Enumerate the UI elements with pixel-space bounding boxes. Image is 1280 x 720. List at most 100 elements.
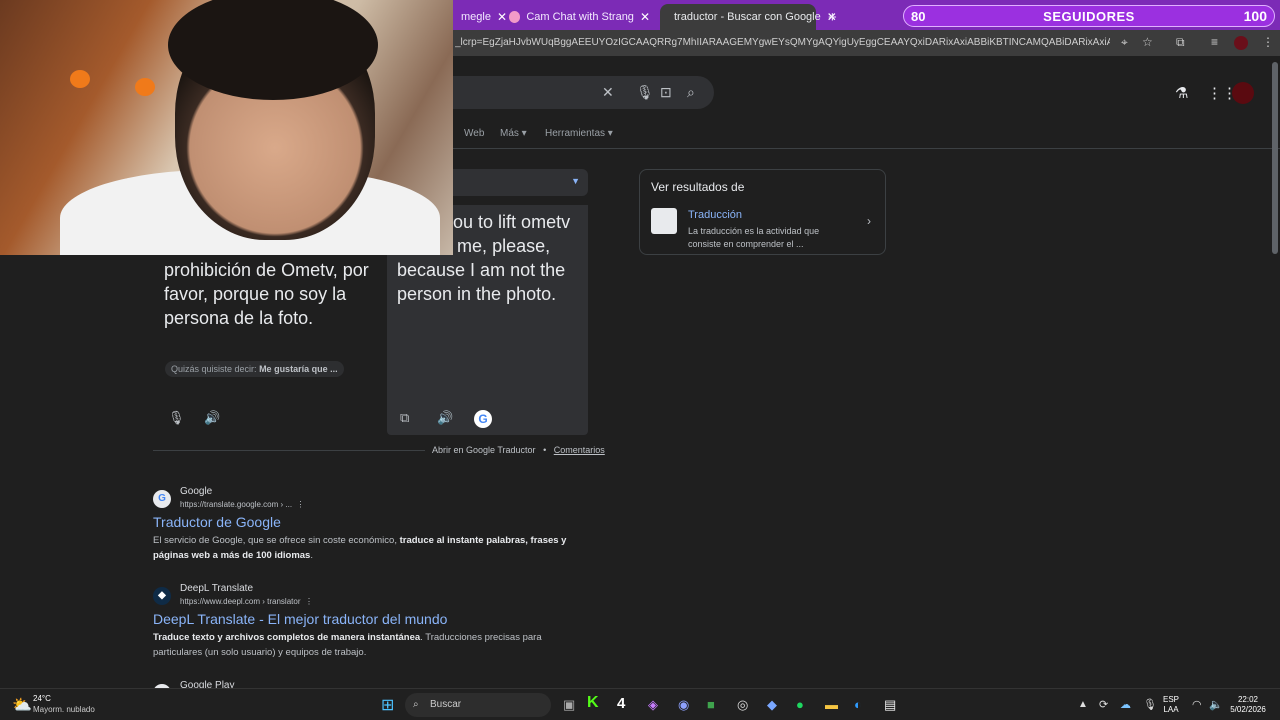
chevron-down-icon: ▼ [571, 176, 580, 186]
account-avatar[interactable] [1232, 82, 1254, 104]
url-text: _lcrp=EgZjaHJvbWUqBggAEEUYOzIGCAAQRRg7Mh… [455, 37, 1110, 48]
clear-icon[interactable]: ✕ [602, 84, 614, 101]
followers-goal: 100 [1243, 8, 1267, 24]
microphone-icon[interactable]: 🎙 [636, 84, 654, 101]
card-title-link[interactable]: Traducción [688, 209, 742, 221]
google-icon: G [153, 490, 171, 508]
location-icon[interactable]: ⌖ [1121, 35, 1128, 50]
tab-label: megle [461, 11, 491, 23]
suggest-prefix: Quizás quisiste decir: [171, 364, 257, 374]
result-site: Google [180, 486, 213, 497]
google-icon[interactable]: G [474, 410, 492, 428]
speaker-icon[interactable]: 🔊 [204, 410, 220, 426]
copy-icon[interactable]: ⧉ [400, 410, 409, 426]
tab-more-label: Más [500, 128, 519, 139]
close-icon[interactable]: ✕ [640, 10, 650, 24]
clock[interactable]: 22:02 5/02/2026 [1226, 695, 1270, 715]
pumpkin-decoration [70, 70, 90, 88]
discord-icon[interactable]: ◉ [678, 697, 689, 713]
wifi-icon[interactable]: ◠ [1192, 698, 1202, 711]
edge-icon[interactable]: ◐ [854, 697, 862, 712]
search-icon[interactable]: ⌕ [687, 84, 695, 101]
weather-icon[interactable]: ⛅ [12, 695, 32, 715]
taskbar-search[interactable]: ⌕ Buscar [405, 693, 551, 717]
media-icon[interactable]: ≡ [1211, 35, 1218, 49]
result-url[interactable]: https://www.deepl.com › translator ⋮ [180, 597, 313, 606]
volume-icon[interactable]: 🔈 [1209, 698, 1223, 711]
lang-layout: LAA [1163, 705, 1179, 714]
chrome-icon[interactable]: ◎ [737, 697, 748, 713]
feedback-link[interactable]: Comentarios [554, 445, 605, 455]
microphone-icon[interactable]: 🎙 [168, 410, 185, 426]
source-text[interactable]: prohibición de Ometv, por favor, porque … [164, 258, 384, 330]
labs-icon[interactable]: ⚗ [1175, 84, 1188, 102]
tab-tools[interactable]: Herramientas ▾ [545, 128, 613, 139]
target-language-select[interactable]: ▼ [453, 169, 588, 196]
microphone-icon[interactable]: 🎙 [1143, 698, 1157, 711]
translate-footer: Abrir en Google Traductor • Comentarios [432, 445, 605, 455]
date: 5/02/2026 [1230, 705, 1266, 714]
open-in-translate-link[interactable]: Abrir en Google Traductor [432, 445, 536, 455]
suggest-value: Me gustaría que ... [259, 364, 338, 374]
webcam-overlay [0, 0, 453, 255]
result-site: DeepL Translate [180, 583, 254, 594]
taskbar-search-label: Buscar [430, 699, 462, 710]
star-icon[interactable]: ☆ [1142, 35, 1153, 49]
followers-label: SEGUIDORES [1043, 8, 1135, 24]
copilot-icon[interactable]: ◈ [648, 697, 658, 713]
tab-label: Cam Chat with Strangers on Or [526, 11, 634, 23]
obs-icon[interactable]: ◆ [767, 697, 777, 713]
result-title-link[interactable]: Traductor de Google [153, 514, 281, 530]
new-tab-button[interactable]: + [820, 4, 840, 30]
weather-desc[interactable]: Mayorm. nublado [33, 705, 95, 714]
task-view-icon[interactable]: ▣ [563, 697, 575, 713]
chevron-right-icon[interactable]: › [867, 214, 871, 228]
divider [153, 450, 425, 451]
tab-web[interactable]: Web [464, 128, 484, 139]
snippet-end: . [310, 550, 313, 561]
result-url-text: https://translate.google.com › ... [180, 500, 293, 509]
tab-cam-chat[interactable]: Cam Chat with Strangers on Or ✕ [501, 4, 658, 30]
card-heading: Ver resultados de [651, 180, 745, 194]
tab-tools-label: Herramientas [545, 128, 606, 139]
snippet-text: El servicio de Google, que se ofrece sin… [153, 535, 397, 546]
followers-goal-bar: 80 SEGUIDORES 100 [903, 5, 1275, 27]
tab-omegle[interactable]: megle ✕ [453, 4, 507, 30]
pumpkin-decoration [135, 78, 155, 96]
tab-label: traductor - Buscar con Google [674, 11, 821, 23]
see-results-card: Ver resultados de Traducción La traducci… [639, 169, 886, 255]
language-indicator[interactable]: ESP LAA [1163, 695, 1179, 715]
onedrive-icon[interactable]: ☁ [1120, 698, 1131, 711]
lang-code: ESP [1163, 695, 1180, 704]
result-thumbnail [651, 208, 677, 234]
speaker-icon[interactable]: 🔊 [437, 410, 453, 426]
spotify-icon[interactable]: ● [796, 697, 804, 712]
separator-dot: • [538, 445, 552, 455]
divider [453, 148, 1280, 149]
app-4-icon[interactable]: 4 [617, 695, 625, 712]
tab-traductor[interactable]: traductor - Buscar con Google ✕ [660, 4, 837, 30]
deepl-icon: ◆ [153, 587, 171, 605]
sync-icon[interactable]: ⟳ [1099, 698, 1108, 711]
windows-taskbar: ⛅ 24°C Mayorm. nublado ⊞ ⌕ Buscar ▣ K 4 … [0, 688, 1280, 720]
tab-more[interactable]: Más ▾ [500, 128, 527, 139]
time: 22:02 [1237, 695, 1259, 704]
weather-temp[interactable]: 24°C [33, 694, 51, 703]
minecraft-icon[interactable]: ■ [707, 697, 715, 712]
did-you-mean-chip[interactable]: Quizás quisiste decir: Me gustaría que .… [165, 361, 344, 377]
extensions-icon[interactable]: ⧉ [1176, 35, 1185, 50]
result-url[interactable]: https://translate.google.com › ... ⋮ [180, 500, 305, 509]
search-input[interactable]: ✕ 🎙 ⊡ ⌕ [453, 76, 714, 109]
chevron-up-icon[interactable]: ▲ [1078, 699, 1088, 710]
profile-avatar-icon[interactable] [1234, 36, 1248, 50]
result-snippet: Traduce texto y archivos completos de ma… [153, 630, 593, 660]
result-url-text: https://www.deepl.com › translator [180, 597, 301, 606]
result-title-link[interactable]: DeepL Translate - El mejor traductor del… [153, 611, 447, 627]
menu-icon[interactable]: ⋮ [1262, 35, 1274, 49]
scrollbar[interactable] [1272, 62, 1278, 254]
lens-icon[interactable]: ⊡ [660, 84, 672, 101]
folder-icon[interactable]: ▬ [825, 697, 838, 712]
windows-start-icon[interactable]: ⊞ [381, 695, 394, 715]
store-icon[interactable]: ▤ [884, 697, 896, 713]
kick-icon[interactable]: K [587, 694, 599, 712]
